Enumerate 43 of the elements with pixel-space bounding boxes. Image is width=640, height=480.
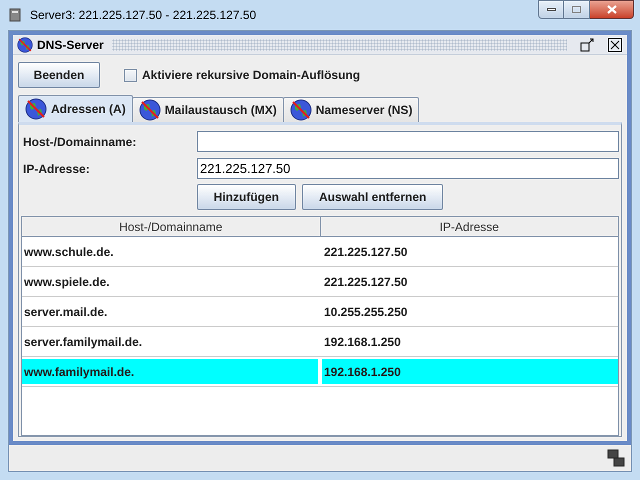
frame-title: DNS-Server bbox=[37, 36, 105, 54]
field-label: IP-Adresse: bbox=[22, 160, 91, 178]
globe-icon bbox=[290, 99, 312, 121]
text-field[interactable] bbox=[197, 131, 619, 152]
table-cell: 192.168.1.250 bbox=[322, 359, 618, 384]
quit-button[interactable]: Beenden bbox=[18, 62, 100, 88]
globe-icon bbox=[25, 98, 47, 120]
table-cell-text: 192.168.1.250 bbox=[323, 334, 402, 350]
close-button[interactable] bbox=[590, 0, 634, 19]
table-cell-text: server.familymail.de. bbox=[23, 334, 144, 350]
table-row[interactable]: server.mail.de. 10.255.255.250 bbox=[22, 297, 618, 327]
maximize-button[interactable] bbox=[564, 0, 590, 19]
tab[interactable]: Mailaustausch (MX) bbox=[132, 97, 284, 122]
action-button[interactable]: Auswahl entfernen bbox=[302, 184, 444, 210]
table-cell-text: www.spiele.de. bbox=[23, 274, 111, 290]
tab[interactable]: Adressen (A) bbox=[18, 95, 133, 122]
table-cell-text: 221.225.127.50 bbox=[323, 274, 408, 290]
table-cell-text: 221.225.127.50 bbox=[323, 244, 408, 260]
table-row[interactable]: www.spiele.de. 221.225.127.50 bbox=[22, 267, 618, 297]
window-title: Server3: 221.225.127.50 - 221.225.127.50 bbox=[30, 7, 256, 24]
recursive-checkbox[interactable]: Aktiviere rekursive Domain-Auflösung bbox=[124, 66, 360, 84]
restore-icon bbox=[580, 38, 594, 52]
restore-button[interactable] bbox=[579, 36, 595, 52]
close-button[interactable] bbox=[607, 36, 623, 52]
table-row[interactable]: www.familymail.de. 192.168.1.250 bbox=[22, 357, 618, 387]
action-button[interactable]: Hinzufügen bbox=[196, 184, 296, 210]
close-icon bbox=[606, 5, 616, 14]
table-cell: www.familymail.de. bbox=[22, 359, 318, 384]
table-cell-text: www.schule.de. bbox=[23, 244, 115, 260]
text-field[interactable]: 221.225.127.50 bbox=[197, 158, 619, 179]
table-cell-text: 10.255.255.250 bbox=[323, 304, 408, 320]
globe-icon bbox=[17, 36, 33, 52]
tab[interactable]: Nameserver (NS) bbox=[282, 97, 420, 122]
table-cell-text: server.mail.de. bbox=[23, 304, 108, 320]
globe-icon bbox=[138, 99, 161, 121]
close-icon bbox=[608, 38, 622, 52]
column-header[interactable]: Host-/Domainname bbox=[22, 217, 320, 236]
server-icon bbox=[8, 7, 22, 23]
column-header[interactable]: IP-Adresse bbox=[320, 217, 618, 236]
table-row[interactable]: www.schule.de. 221.225.127.50 bbox=[22, 237, 618, 267]
windows-icon bbox=[607, 449, 625, 467]
field-label: Host-/Domainname: bbox=[22, 134, 138, 150]
minimize-button[interactable] bbox=[538, 0, 564, 19]
